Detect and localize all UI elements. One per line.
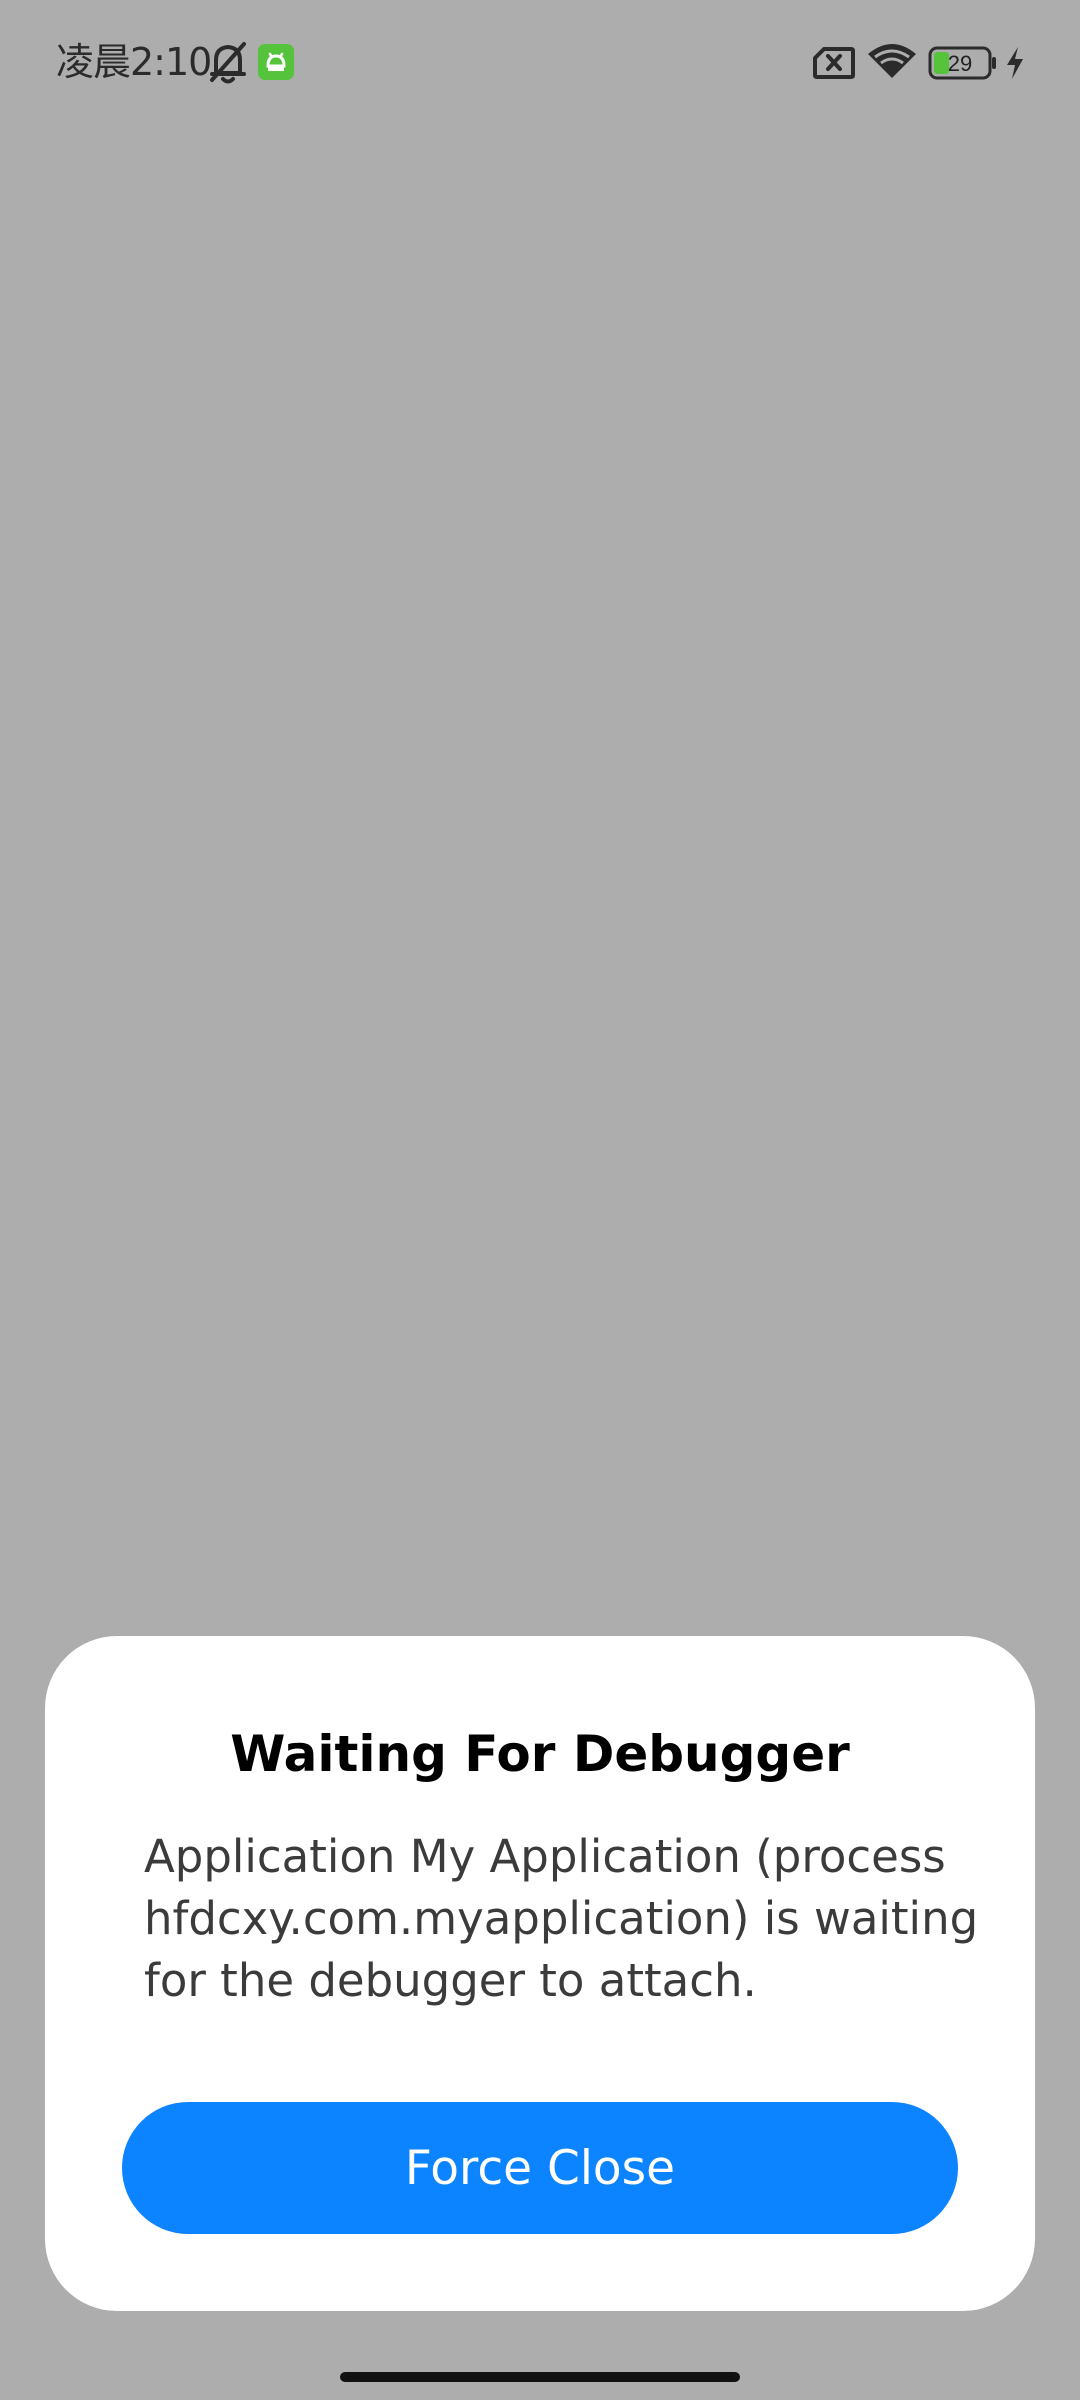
battery-icon: 29 [928, 46, 996, 80]
battery-level: 29 [948, 51, 972, 76]
debugger-dialog: Waiting For Debugger Application My Appl… [45, 1636, 1035, 2311]
dialog-message: Application My Application (process hfdc… [144, 1830, 979, 2007]
wifi-icon [868, 44, 916, 78]
charging-bolt-icon [1007, 47, 1023, 79]
dialog-title: Waiting For Debugger [230, 1725, 850, 1783]
status-time: 凌晨2:10 [56, 40, 212, 84]
android-debug-icon [258, 44, 294, 80]
force-close-button[interactable]: Force Close [122, 2102, 958, 2234]
sim-error-icon [813, 47, 855, 79]
status-bar: 凌晨2:10 29 [0, 0, 1080, 126]
bell-off-icon [210, 42, 246, 84]
home-indicator[interactable] [340, 2372, 740, 2382]
